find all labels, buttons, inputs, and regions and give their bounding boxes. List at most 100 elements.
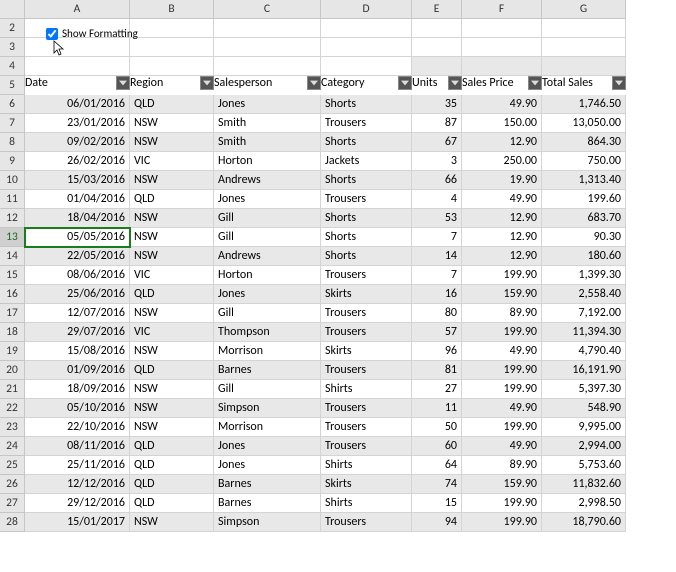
row-header-10[interactable]: 10 bbox=[0, 171, 25, 190]
cell-blank[interactable] bbox=[214, 19, 321, 38]
cell-category[interactable]: Shirts bbox=[321, 456, 412, 475]
row-header-9[interactable]: 9 bbox=[0, 152, 25, 171]
cell-date[interactable]: 08/11/2016 bbox=[25, 437, 130, 456]
cell-blank[interactable] bbox=[462, 19, 542, 38]
cell-price[interactable]: 12.90 bbox=[462, 209, 542, 228]
cell-total[interactable]: 683.70 bbox=[542, 209, 626, 228]
row-header-26[interactable]: 26 bbox=[0, 475, 25, 494]
column-header-C[interactable]: C bbox=[214, 0, 321, 19]
cell-date[interactable]: 05/10/2016 bbox=[25, 399, 130, 418]
cell-blank[interactable] bbox=[214, 38, 321, 57]
cell-blank[interactable] bbox=[321, 57, 412, 76]
cell-salesperson[interactable]: Jones bbox=[214, 437, 321, 456]
cell-date[interactable]: 23/01/2016 bbox=[25, 114, 130, 133]
cell-units[interactable]: 57 bbox=[412, 323, 462, 342]
cell-blank[interactable] bbox=[412, 57, 462, 76]
cell-date[interactable]: 22/10/2016 bbox=[25, 418, 130, 437]
cell-salesperson[interactable]: Simpson bbox=[214, 399, 321, 418]
cell-date[interactable]: 29/12/2016 bbox=[25, 494, 130, 513]
cell-salesperson[interactable]: Jones bbox=[214, 285, 321, 304]
cell-region[interactable]: QLD bbox=[130, 190, 214, 209]
cell-category[interactable]: Trousers bbox=[321, 437, 412, 456]
row-header-23[interactable]: 23 bbox=[0, 418, 25, 437]
cell-units[interactable]: 96 bbox=[412, 342, 462, 361]
row-header-11[interactable]: 11 bbox=[0, 190, 25, 209]
filter-button-6[interactable] bbox=[612, 76, 626, 90]
filter-button-4[interactable] bbox=[448, 76, 462, 90]
cell-total[interactable]: 548.90 bbox=[542, 399, 626, 418]
cell-date[interactable]: 01/04/2016 bbox=[25, 190, 130, 209]
row-header-7[interactable]: 7 bbox=[0, 114, 25, 133]
cell-blank[interactable] bbox=[25, 38, 130, 57]
cell-category[interactable]: Trousers bbox=[321, 114, 412, 133]
cell-salesperson[interactable]: Smith bbox=[214, 133, 321, 152]
cell-total[interactable]: 13,050.00 bbox=[542, 114, 626, 133]
cell-blank[interactable] bbox=[130, 38, 214, 57]
cell-price[interactable]: 49.90 bbox=[462, 190, 542, 209]
cell-units[interactable]: 15 bbox=[412, 494, 462, 513]
cell-date[interactable]: 12/12/2016 bbox=[25, 475, 130, 494]
cell-total[interactable]: 1,399.30 bbox=[542, 266, 626, 285]
cell-region[interactable]: NSW bbox=[130, 209, 214, 228]
cell-blank[interactable] bbox=[412, 19, 462, 38]
cell-price[interactable]: 199.90 bbox=[462, 323, 542, 342]
cell-category[interactable]: Trousers bbox=[321, 399, 412, 418]
cell-blank[interactable] bbox=[462, 38, 542, 57]
cell-region[interactable]: VIC bbox=[130, 152, 214, 171]
cell-total[interactable]: 2,558.40 bbox=[542, 285, 626, 304]
cell-salesperson[interactable]: Morrison bbox=[214, 418, 321, 437]
cell-salesperson[interactable]: Thompson bbox=[214, 323, 321, 342]
cell-category[interactable]: Shorts bbox=[321, 247, 412, 266]
cell-units[interactable]: 7 bbox=[412, 266, 462, 285]
cell-date[interactable]: 05/05/2016 bbox=[25, 228, 130, 247]
cell-region[interactable]: NSW bbox=[130, 399, 214, 418]
cell-units[interactable]: 81 bbox=[412, 361, 462, 380]
cell-units[interactable]: 66 bbox=[412, 171, 462, 190]
cell-total[interactable]: 11,832.60 bbox=[542, 475, 626, 494]
cell-salesperson[interactable]: Smith bbox=[214, 114, 321, 133]
cell-date[interactable]: 26/02/2016 bbox=[25, 152, 130, 171]
cell-region[interactable]: VIC bbox=[130, 266, 214, 285]
cell-units[interactable]: 94 bbox=[412, 513, 462, 532]
cell-region[interactable]: QLD bbox=[130, 285, 214, 304]
cell-total[interactable]: 750.00 bbox=[542, 152, 626, 171]
table-header-3[interactable]: Category bbox=[321, 76, 412, 95]
cell-units[interactable]: 4 bbox=[412, 190, 462, 209]
column-header-E[interactable]: E bbox=[412, 0, 462, 19]
show-formatting-checkbox[interactable] bbox=[46, 28, 58, 40]
cell-blank[interactable] bbox=[214, 57, 321, 76]
table-header-2[interactable]: Salesperson bbox=[214, 76, 321, 95]
cell-region[interactable]: QLD bbox=[130, 95, 214, 114]
cell-date[interactable]: 06/01/2016 bbox=[25, 95, 130, 114]
cell-price[interactable]: 49.90 bbox=[462, 95, 542, 114]
cell-region[interactable]: NSW bbox=[130, 133, 214, 152]
table-header-0[interactable]: Date bbox=[25, 76, 130, 95]
cell-category[interactable]: Trousers bbox=[321, 323, 412, 342]
cell-units[interactable]: 27 bbox=[412, 380, 462, 399]
cell-category[interactable]: Trousers bbox=[321, 266, 412, 285]
cell-total[interactable]: 7,192.00 bbox=[542, 304, 626, 323]
cell-total[interactable]: 4,790.40 bbox=[542, 342, 626, 361]
cell-category[interactable]: Shorts bbox=[321, 133, 412, 152]
table-header-4[interactable]: Units bbox=[412, 76, 462, 95]
cell-salesperson[interactable]: Andrews bbox=[214, 247, 321, 266]
cell-salesperson[interactable]: Jones bbox=[214, 456, 321, 475]
cell-blank[interactable] bbox=[462, 57, 542, 76]
cell-salesperson[interactable]: Barnes bbox=[214, 475, 321, 494]
cell-category[interactable]: Trousers bbox=[321, 418, 412, 437]
cell-region[interactable]: QLD bbox=[130, 437, 214, 456]
cell-date[interactable]: 15/03/2016 bbox=[25, 171, 130, 190]
cell-total[interactable]: 1,313.40 bbox=[542, 171, 626, 190]
cell-total[interactable]: 18,790.60 bbox=[542, 513, 626, 532]
column-header-A[interactable]: A bbox=[25, 0, 130, 19]
cell-total[interactable]: 5,753.60 bbox=[542, 456, 626, 475]
cell-units[interactable]: 16 bbox=[412, 285, 462, 304]
row-header-8[interactable]: 8 bbox=[0, 133, 25, 152]
cell-category[interactable]: Trousers bbox=[321, 361, 412, 380]
cell-units[interactable]: 87 bbox=[412, 114, 462, 133]
cell-blank[interactable] bbox=[130, 57, 214, 76]
cell-region[interactable]: NSW bbox=[130, 228, 214, 247]
row-header-19[interactable]: 19 bbox=[0, 342, 25, 361]
cell-price[interactable]: 89.90 bbox=[462, 456, 542, 475]
cell-category[interactable]: Shorts bbox=[321, 209, 412, 228]
